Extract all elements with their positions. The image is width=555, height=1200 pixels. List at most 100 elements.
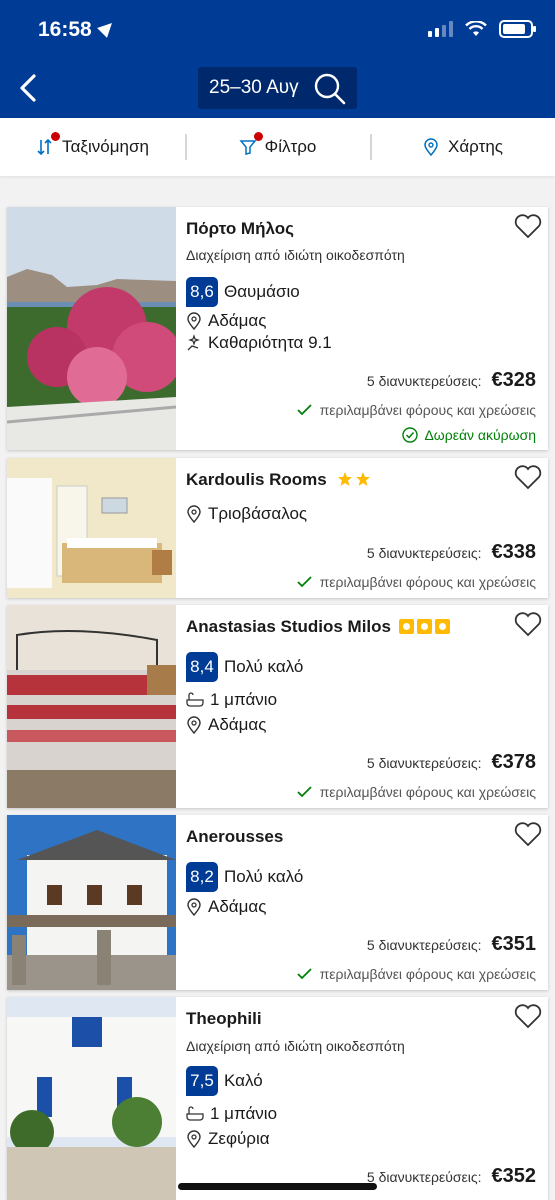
free-cancellation: Δωρεάν ακύρωση (402, 427, 536, 443)
hotel-name-text: Anastasias Studios Milos (186, 617, 391, 636)
price-row: 5 διανυκτερεύσεις: €352 (367, 1165, 536, 1188)
wifi-icon (465, 21, 487, 36)
rating-square-icon (435, 619, 450, 634)
hotel-name[interactable]: Theophili (186, 1009, 262, 1029)
date-search-box[interactable]: 25–30 Αυγ (198, 67, 357, 109)
filter-active-dot (253, 132, 263, 141)
location-text: Αδάμας (208, 311, 267, 330)
date-range: 25–30 Αυγ (209, 77, 299, 98)
hotel-name[interactable]: Πόρτο Μήλος (186, 219, 294, 239)
host-text: Διαχείριση από ιδιώτη οικοδεσπότη (186, 1038, 405, 1054)
score-label: Πολύ καλό (224, 867, 304, 886)
heart-icon[interactable] (514, 821, 542, 847)
sort-filter-map-toolbar: Ταξινόμηση Φίλτρο Χάρτης (0, 118, 555, 176)
taxes-row: περιλαμβάνει φόρους και χρεώσεις (296, 784, 536, 800)
clock: 16:58 (38, 18, 92, 41)
location-row: Τριοβάσαλος (186, 504, 307, 524)
rating-square-icon (417, 619, 432, 634)
heart-icon[interactable] (514, 464, 542, 490)
bathroom-text: 1 μπάνιο (210, 1104, 278, 1123)
sort-label: Ταξινόμηση (62, 137, 149, 156)
nights-text: 5 διανυκτερεύσεις: (366, 545, 482, 561)
location-pin-icon (187, 505, 201, 523)
checkmark-icon (296, 968, 312, 980)
price: €338 (491, 541, 537, 563)
price: €351 (491, 933, 537, 955)
heart-icon[interactable] (514, 1003, 542, 1029)
taxes-text: περιλαμβάνει φόρους και χρεώσεις (319, 966, 536, 982)
location-arrow-icon (96, 18, 117, 38)
taxes-text: περιλαμβάνει φόρους και χρεώσεις (319, 574, 536, 590)
price-row: 5 διανυκτερεύσεις: €328 (367, 369, 536, 392)
hotel-photo[interactable] (7, 997, 176, 1200)
hotel-card[interactable]: Kardoulis Rooms Τριοβάσαλος 5 διανυκτερε… (7, 458, 548, 598)
hotel-photo[interactable] (7, 207, 176, 450)
taxes-row: περιλαμβάνει φόρους και χρεώσεις (296, 574, 536, 590)
hotel-details: Anerousses 8,2 Πολύ καλό Αδάμας 5 διανυκ… (186, 815, 548, 990)
location-row: Αδάμας (186, 897, 266, 917)
price-row: 5 διανυκτερεύσεις: €338 (367, 541, 536, 564)
location-row: Ζεφύρια (186, 1129, 270, 1149)
nights-text: 5 διανυκτερεύσεις: (366, 755, 482, 771)
hotel-name[interactable]: Anastasias Studios Milos (186, 617, 450, 637)
filter-label: Φίλτρο (264, 137, 317, 156)
hotel-photo[interactable] (7, 458, 176, 598)
hotel-name-text: Kardoulis Rooms (186, 470, 327, 489)
map-label: Χάρτης (448, 137, 503, 156)
hotel-name[interactable]: Kardoulis Rooms (186, 470, 371, 490)
price-row: 5 διανυκτερεύσεις: €351 (367, 933, 536, 956)
location-pin-icon (187, 716, 201, 734)
filter-button[interactable]: Φίλτρο (185, 118, 370, 176)
cleanliness-row: Καθαριότητα 9.1 (186, 333, 332, 353)
hotel-card[interactable]: Anerousses 8,2 Πολύ καλό Αδάμας 5 διανυκ… (7, 815, 548, 990)
check-circle-icon (402, 427, 419, 443)
battery-icon (499, 20, 536, 38)
hotel-name[interactable]: Anerousses (186, 827, 283, 847)
review-score-row: 8,4 Πολύ καλό (186, 652, 303, 682)
score-badge: 8,4 (186, 652, 218, 682)
map-button[interactable]: Χάρτης (370, 118, 555, 176)
back-arrow-icon[interactable] (14, 70, 44, 106)
hotel-card[interactable]: Anastasias Studios Milos 8,4 Πολύ καλό 1… (7, 605, 548, 808)
bathroom-text: 1 μπάνιο (210, 690, 278, 709)
price: €328 (491, 369, 537, 391)
taxes-text: περιλαμβάνει φόρους και χρεώσεις (319, 784, 536, 800)
price-row: 5 διανυκτερεύσεις: €378 (367, 751, 536, 774)
score-label: Πολύ καλό (224, 657, 304, 676)
status-time: 16:58 (38, 18, 117, 42)
hotel-photo[interactable] (7, 815, 176, 990)
search-icon[interactable] (313, 72, 347, 106)
score-label: Καλό (224, 1071, 263, 1090)
hotel-details: Kardoulis Rooms Τριοβάσαλος 5 διανυκτερε… (186, 458, 548, 598)
bathroom-row: 1 μπάνιο (186, 690, 277, 710)
location-row: Αδάμας (186, 311, 266, 331)
taxes-row: περιλαμβάνει φόρους και χρεώσεις (296, 402, 536, 418)
filter-icon (239, 132, 263, 156)
checkmark-icon (296, 576, 312, 588)
heart-icon[interactable] (514, 213, 542, 239)
score-badge: 8,2 (186, 862, 218, 892)
hotel-photo[interactable] (7, 605, 176, 808)
hotel-card[interactable]: Theophili Διαχείριση από ιδιώτη οικοδεσπ… (7, 997, 548, 1200)
home-indicator[interactable] (178, 1183, 377, 1190)
hotel-card[interactable]: Πόρτο Μήλος Διαχείριση από ιδιώτη οικοδε… (7, 207, 548, 450)
location-row: Αδάμας (186, 715, 266, 735)
bathroom-row: 1 μπάνιο (186, 1104, 277, 1124)
location-text: Ζεφύρια (208, 1129, 270, 1148)
star-icon (355, 472, 370, 486)
score-badge: 8,6 (186, 277, 218, 307)
nights-text: 5 διανυκτερεύσεις: (366, 937, 482, 953)
location-text: Αδάμας (208, 897, 267, 916)
status-icons (428, 20, 536, 38)
sort-button[interactable]: Ταξινόμηση (0, 118, 185, 176)
host-text: Διαχείριση από ιδιώτη οικοδεσπότη (186, 247, 405, 263)
location-text: Τριοβάσαλος (208, 504, 308, 523)
nights-text: 5 διανυκτερεύσεις: (366, 1169, 482, 1185)
star-icon (337, 472, 352, 486)
sparkle-hand-icon (187, 334, 200, 351)
header-bar: 16:58 25–30 Αυγ (0, 0, 555, 118)
hotel-details: Anastasias Studios Milos 8,4 Πολύ καλό 1… (186, 605, 548, 808)
heart-icon[interactable] (514, 611, 542, 637)
cleanliness-text: Καθαριότητα 9.1 (208, 333, 332, 352)
checkmark-icon (296, 404, 312, 416)
